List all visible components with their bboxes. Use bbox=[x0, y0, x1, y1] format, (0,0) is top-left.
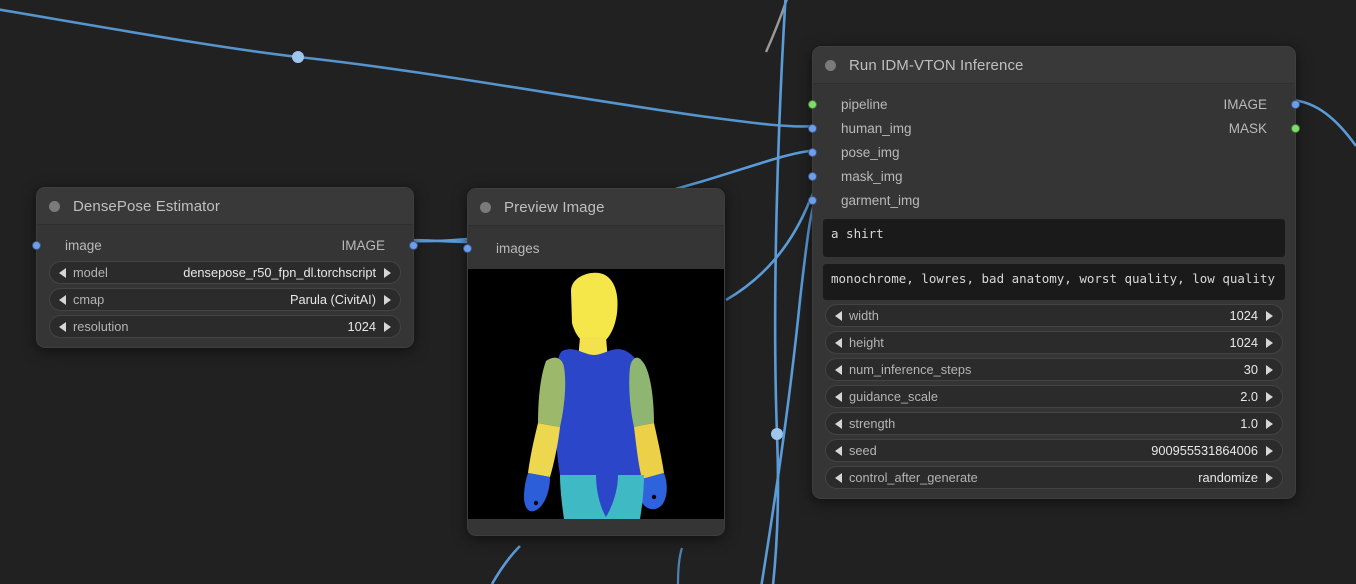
input-port-dot-pipeline[interactable] bbox=[808, 99, 817, 109]
decrement-arrow-icon[interactable] bbox=[59, 267, 66, 278]
port-row-garment-img: garment_img bbox=[808, 188, 1295, 212]
input-port-dot-image[interactable] bbox=[32, 240, 41, 250]
densepose-segmentation-image bbox=[468, 269, 724, 519]
widget-seed[interactable]: seed 900955531864006 bbox=[825, 439, 1283, 462]
widget-value-strength[interactable]: 1.0 bbox=[1240, 416, 1258, 431]
collapse-dot-icon[interactable] bbox=[825, 59, 836, 71]
output-port-dot-image[interactable] bbox=[409, 240, 418, 250]
output-port-label-mask: MASK bbox=[1228, 120, 1267, 136]
input-port-dot-garment-img[interactable] bbox=[808, 195, 817, 205]
widget-cmap[interactable]: cmap Parula (CivitAI) bbox=[49, 288, 401, 311]
widget-value-resolution[interactable]: 1024 bbox=[348, 319, 376, 334]
input-port-label-garment-img: garment_img bbox=[841, 192, 920, 208]
input-port-label-image: image bbox=[65, 237, 102, 253]
increment-arrow-icon[interactable] bbox=[1266, 445, 1273, 456]
increment-arrow-icon[interactable] bbox=[1266, 364, 1273, 375]
widget-value-num-inference-steps[interactable]: 30 bbox=[1244, 362, 1258, 377]
increment-arrow-icon[interactable] bbox=[384, 267, 391, 278]
port-row-human-img: human_img MASK bbox=[808, 116, 1300, 140]
node-idm-vton-inference[interactable]: Run IDM-VTON Inference pipeline IMAGE hu… bbox=[808, 46, 1300, 499]
node-header-idmvton[interactable]: Run IDM-VTON Inference bbox=[813, 47, 1295, 84]
port-row-preview-images: images bbox=[463, 236, 724, 260]
negative-prompt-textarea[interactable]: monochrome, lowres, bad anatomy, worst q… bbox=[823, 264, 1285, 300]
output-port-dot-image[interactable] bbox=[1291, 99, 1300, 109]
widget-value-model[interactable]: densepose_r50_fpn_dl.torchscript bbox=[183, 265, 376, 280]
port-row-densepose-image: image IMAGE bbox=[32, 233, 418, 257]
widget-label-width: width bbox=[849, 308, 879, 323]
widget-value-width[interactable]: 1024 bbox=[1230, 308, 1258, 323]
widget-resolution[interactable]: resolution 1024 bbox=[49, 315, 401, 338]
preview-footer bbox=[468, 519, 724, 535]
decrement-arrow-icon[interactable] bbox=[835, 445, 842, 456]
node-header-preview[interactable]: Preview Image bbox=[468, 189, 724, 226]
node-graph-canvas[interactable]: DensePose Estimator image IMAGE model de… bbox=[0, 0, 1356, 584]
widget-label-model: model bbox=[73, 265, 108, 280]
node-densepose-estimator[interactable]: DensePose Estimator image IMAGE model de… bbox=[32, 187, 418, 348]
input-port-label-human-img: human_img bbox=[841, 120, 912, 136]
decrement-arrow-icon[interactable] bbox=[835, 391, 842, 402]
input-port-dot-mask-img[interactable] bbox=[808, 171, 817, 181]
port-row-pose-img: pose_img bbox=[808, 140, 1295, 164]
collapse-dot-icon[interactable] bbox=[49, 200, 60, 212]
node-body-preview: images bbox=[463, 226, 724, 269]
widget-label-guidance-scale: guidance_scale bbox=[849, 389, 938, 404]
node-header-densepose[interactable]: DensePose Estimator bbox=[37, 188, 413, 225]
widget-label-resolution: resolution bbox=[73, 319, 129, 334]
node-body-densepose: image IMAGE model densepose_r50_fpn_dl.t… bbox=[32, 225, 418, 347]
decrement-arrow-icon[interactable] bbox=[835, 364, 842, 375]
output-port-dot-mask[interactable] bbox=[1291, 123, 1300, 133]
increment-arrow-icon[interactable] bbox=[384, 321, 391, 332]
input-port-dot-pose-img[interactable] bbox=[808, 147, 817, 157]
decrement-arrow-icon[interactable] bbox=[835, 337, 842, 348]
widget-guidance-scale[interactable]: guidance_scale 2.0 bbox=[825, 385, 1283, 408]
widget-num-inference-steps[interactable]: num_inference_steps 30 bbox=[825, 358, 1283, 381]
port-row-pipeline: pipeline IMAGE bbox=[808, 92, 1300, 116]
preview-image-output[interactable] bbox=[468, 269, 724, 519]
widget-label-seed: seed bbox=[849, 443, 877, 458]
port-row-mask-img: mask_img bbox=[808, 164, 1295, 188]
decrement-arrow-icon[interactable] bbox=[59, 294, 66, 305]
widget-width[interactable]: width 1024 bbox=[825, 304, 1283, 327]
widget-value-height[interactable]: 1024 bbox=[1230, 335, 1258, 350]
widget-label-strength: strength bbox=[849, 416, 896, 431]
widget-label-height: height bbox=[849, 335, 884, 350]
node-preview-image[interactable]: Preview Image images bbox=[463, 188, 725, 536]
decrement-arrow-icon[interactable] bbox=[835, 472, 842, 483]
decrement-arrow-icon[interactable] bbox=[59, 321, 66, 332]
widget-height[interactable]: height 1024 bbox=[825, 331, 1283, 354]
increment-arrow-icon[interactable] bbox=[384, 294, 391, 305]
input-port-label-pipeline: pipeline bbox=[841, 96, 888, 112]
node-title-preview: Preview Image bbox=[504, 198, 605, 216]
widget-label-control-after-generate: control_after_generate bbox=[849, 470, 978, 485]
decrement-arrow-icon[interactable] bbox=[835, 310, 842, 321]
increment-arrow-icon[interactable] bbox=[1266, 391, 1273, 402]
input-port-label-pose-img: pose_img bbox=[841, 144, 900, 160]
widget-label-cmap: cmap bbox=[73, 292, 105, 307]
prompt-textarea[interactable]: a shirt bbox=[823, 219, 1285, 257]
widget-value-seed[interactable]: 900955531864006 bbox=[1151, 443, 1258, 458]
input-port-dot-images[interactable] bbox=[463, 243, 472, 253]
widget-model[interactable]: model densepose_r50_fpn_dl.torchscript bbox=[49, 261, 401, 284]
widget-control-after-generate[interactable]: control_after_generate randomize bbox=[825, 466, 1283, 489]
output-port-label-image: IMAGE bbox=[1223, 96, 1267, 112]
increment-arrow-icon[interactable] bbox=[1266, 310, 1273, 321]
increment-arrow-icon[interactable] bbox=[1266, 337, 1273, 348]
widget-value-guidance-scale[interactable]: 2.0 bbox=[1240, 389, 1258, 404]
decrement-arrow-icon[interactable] bbox=[835, 418, 842, 429]
widget-strength[interactable]: strength 1.0 bbox=[825, 412, 1283, 435]
node-title-idmvton: Run IDM-VTON Inference bbox=[849, 56, 1024, 74]
input-port-label-images: images bbox=[496, 240, 540, 256]
increment-arrow-icon[interactable] bbox=[1266, 418, 1273, 429]
input-port-label-mask-img: mask_img bbox=[841, 168, 903, 184]
increment-arrow-icon[interactable] bbox=[1266, 472, 1273, 483]
output-port-label-image: IMAGE bbox=[341, 237, 385, 253]
input-port-dot-human-img[interactable] bbox=[808, 123, 817, 133]
node-body-idmvton: pipeline IMAGE human_img MASK pose_img m… bbox=[808, 84, 1300, 498]
widget-label-num-inference-steps: num_inference_steps bbox=[849, 362, 972, 377]
node-title-densepose: DensePose Estimator bbox=[73, 197, 220, 215]
collapse-dot-icon[interactable] bbox=[480, 201, 491, 213]
widget-value-control-after-generate[interactable]: randomize bbox=[1198, 470, 1258, 485]
widget-value-cmap[interactable]: Parula (CivitAI) bbox=[290, 292, 376, 307]
